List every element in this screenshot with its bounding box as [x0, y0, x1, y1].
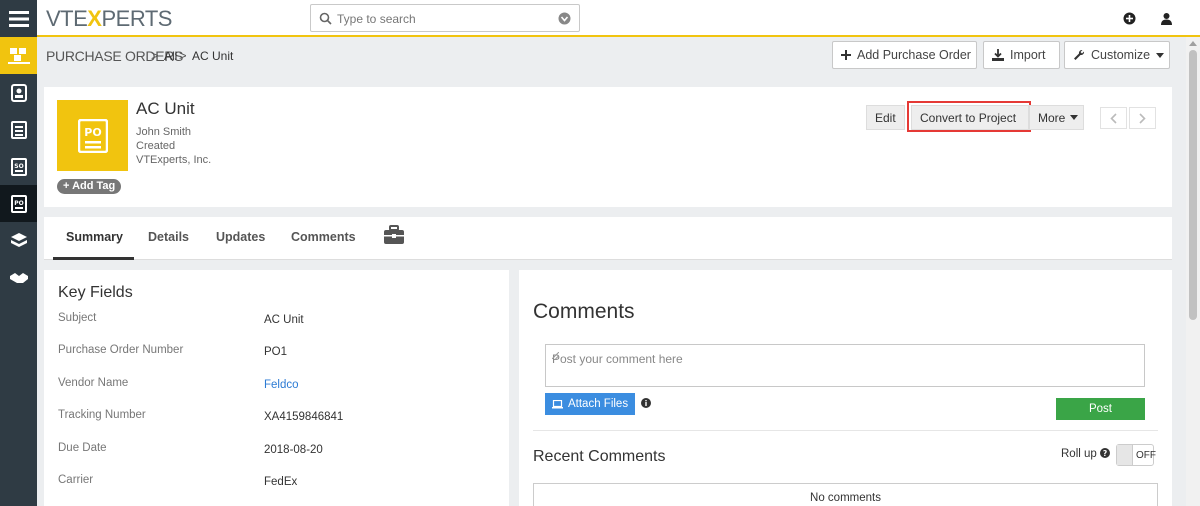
wrench-icon [1073, 49, 1085, 61]
more-button[interactable]: More [1029, 105, 1084, 130]
key-fields-panel: Key Fields Subject AC Unit Purchase Orde… [44, 270, 509, 506]
comment-textarea[interactable]: Post your comment here [545, 344, 1145, 387]
tab-comments[interactable]: Comments [291, 230, 356, 244]
active-tab-indicator [53, 257, 134, 260]
tab-updates[interactable]: Updates [216, 230, 265, 244]
rollup-label: Roll up [1061, 448, 1097, 460]
field-value-due-date[interactable]: 2018-08-20 [264, 444, 323, 456]
field-value-vendor-link[interactable]: Feldco [264, 379, 299, 391]
field-label-tracking: Tracking Number [58, 409, 146, 421]
rail-handshake-icon[interactable] [0, 259, 37, 296]
edit-button[interactable]: Edit [866, 105, 905, 130]
record-status: Created [136, 140, 176, 152]
field-label-po-number: Purchase Order Number [58, 344, 184, 356]
field-label-vendor: Vendor Name [58, 377, 129, 389]
briefcase-icon[interactable] [383, 225, 405, 245]
resize-grip-icon[interactable] [552, 352, 1142, 384]
rail-invoice-icon[interactable] [0, 111, 37, 148]
search-dropdown-icon[interactable] [558, 12, 571, 25]
download-icon [992, 49, 1004, 61]
rail-purchase-order-icon[interactable]: PO [0, 185, 37, 222]
quick-create-icon[interactable] [1123, 12, 1136, 25]
rail-products-icon[interactable] [0, 222, 37, 259]
record-company: VTExperts, Inc. [136, 154, 212, 166]
svg-text:PO: PO [84, 126, 101, 139]
field-value-carrier[interactable]: FedEx [264, 476, 297, 488]
plus-icon [841, 50, 851, 60]
caret-down-icon [1070, 115, 1079, 120]
field-label-carrier: Carrier [58, 474, 94, 486]
tab-details[interactable]: Details [148, 230, 189, 244]
breadcrumb: PURCHASE ORDERS > All > AC Unit Add Purc… [37, 37, 1186, 74]
user-profile-icon[interactable] [1160, 12, 1173, 25]
import-button[interactable]: Import [983, 41, 1060, 69]
comments-panel: Comments Post your comment here Attach F… [519, 270, 1172, 506]
next-record-button[interactable] [1129, 107, 1156, 129]
previous-record-button[interactable] [1100, 107, 1127, 129]
record-tabs: Summary Details Updates Comments [44, 217, 1172, 260]
purchase-order-icon: PO [57, 100, 128, 171]
divider [533, 430, 1158, 431]
laptop-icon [552, 399, 563, 409]
svg-text:PO: PO [14, 200, 24, 207]
field-value-subject[interactable]: AC Unit [264, 314, 304, 326]
record-title: AC Unit [136, 99, 195, 118]
toggle-knob [1117, 445, 1133, 465]
field-value-tracking[interactable]: XA4159846841 [264, 411, 343, 423]
convert-highlight-box [907, 101, 1031, 132]
customize-button[interactable]: Customize [1064, 41, 1170, 69]
help-icon[interactable]: ? [1100, 448, 1110, 458]
record-owner: John Smith [136, 126, 192, 138]
left-nav-rail: SO PO [0, 0, 37, 506]
recent-comments-title: Recent Comments [533, 448, 666, 465]
page-scrollbar[interactable] [1186, 37, 1200, 506]
no-comments-text: No comments [810, 492, 881, 504]
breadcrumb-separator: > [151, 48, 159, 63]
scrollbar-thumb[interactable] [1189, 50, 1197, 320]
record-header: PO AC Unit John Smith Created VTExperts,… [44, 87, 1172, 207]
vtexperts-logo[interactable]: VTEXPERTS [46, 6, 172, 32]
global-search-input[interactable]: Type to search [310, 4, 580, 32]
scroll-up-icon[interactable] [1189, 40, 1197, 46]
key-fields-title: Key Fields [58, 284, 133, 301]
comments-title: Comments [533, 300, 635, 323]
field-label-subject: Subject [58, 312, 97, 324]
svg-text:?: ? [1103, 449, 1107, 458]
tab-summary[interactable]: Summary [66, 230, 123, 244]
rail-contacts-icon[interactable] [0, 74, 37, 111]
rollup-toggle[interactable]: OFF [1116, 444, 1156, 466]
rail-inventory-icon[interactable] [0, 37, 37, 74]
svg-text:SO: SO [14, 163, 23, 170]
info-icon[interactable] [641, 398, 651, 408]
search-placeholder: Type to search [337, 12, 416, 26]
breadcrumb-record: AC Unit [192, 49, 234, 63]
post-button[interactable]: Post [1056, 398, 1145, 420]
breadcrumb-module[interactable]: PURCHASE ORDERS [46, 48, 183, 64]
rail-sales-order-icon[interactable]: SO [0, 148, 37, 185]
hamburger-menu-icon[interactable] [0, 0, 37, 37]
breadcrumb-all[interactable]: All [164, 49, 177, 63]
caret-down-icon [1156, 52, 1165, 58]
attach-files-button[interactable]: Attach Files [545, 393, 636, 415]
search-icon [319, 12, 332, 25]
toggle-state: OFF [1136, 450, 1156, 461]
field-value-po-number[interactable]: PO1 [264, 346, 287, 358]
add-purchase-order-button[interactable]: Add Purchase Order [832, 41, 977, 69]
field-label-due-date: Due Date [58, 442, 107, 454]
add-tag-button[interactable]: + Add Tag [57, 179, 122, 194]
no-comments-box: No comments [533, 483, 1158, 506]
top-header: VTEXPERTS Type to search [37, 0, 1200, 37]
breadcrumb-separator: > [179, 48, 187, 63]
